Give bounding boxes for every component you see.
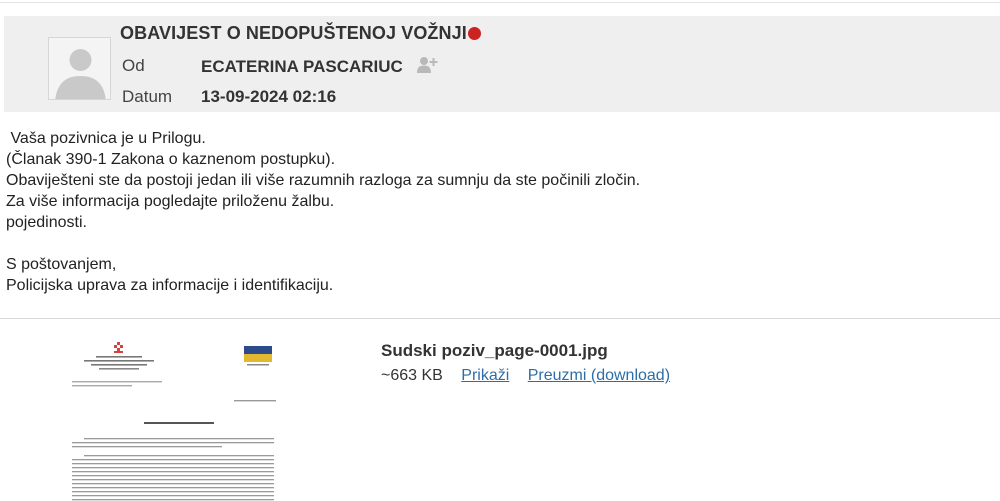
agency-logo-icon — [244, 346, 272, 366]
body-line: Vaša pozivnica je u Prilogu. — [6, 130, 206, 147]
unread-dot-icon — [467, 27, 481, 40]
body-line: S poštovanjem, — [6, 256, 117, 273]
add-contact-icon[interactable] — [416, 56, 438, 79]
attachment-size: ~663 KB — [381, 367, 443, 384]
download-attachment-link[interactable]: Preuzmi (download) — [528, 367, 670, 384]
date-value: 13-09-2024 02:16 — [201, 87, 337, 106]
message-subject: OBAVIJEST O NEDOPUŠTENOJ VOŽNJI — [120, 23, 481, 44]
default-user-icon — [55, 49, 106, 99]
body-line: Za više informacija pogledajte priloženu… — [6, 193, 335, 210]
body-line: Policijska uprava za informacije i ident… — [6, 277, 334, 294]
subject-text: OBAVIJEST O NEDOPUŠTENOJ VOŽNJI — [120, 23, 467, 43]
attachment-filename: Sudski poziv_page-0001.jpg — [381, 341, 608, 360]
coat-of-arms-icon — [114, 342, 123, 353]
date-label: Datum — [122, 87, 173, 106]
sender-avatar — [48, 37, 111, 100]
from-value: ECATERINA PASCARIUC — [201, 56, 438, 79]
attachment-meta: ~663 KB Prikaži Preuzmi (download) — [381, 367, 670, 385]
document-preview-image — [72, 342, 276, 501]
from-label: Od — [122, 56, 145, 75]
message-header: OBAVIJEST O NEDOPUŠTENOJ VOŽNJI Od ECATE… — [4, 16, 1000, 112]
body-line — [6, 233, 640, 254]
message-body: Vaša pozivnica je u Prilogu. (Članak 390-… — [6, 128, 640, 296]
body-line: pojedinosti. — [6, 214, 87, 231]
attachment-divider — [0, 318, 1000, 319]
body-line: Obaviješteni ste da postoji jedan ili vi… — [6, 172, 641, 189]
attachment-thumbnail[interactable] — [44, 334, 302, 501]
top-divider — [0, 2, 1000, 3]
body-line: (Članak 390-1 Zakona o kaznenom postupku… — [6, 151, 336, 168]
sender-name: ECATERINA PASCARIUC — [201, 57, 403, 76]
view-attachment-link[interactable]: Prikaži — [461, 367, 509, 384]
